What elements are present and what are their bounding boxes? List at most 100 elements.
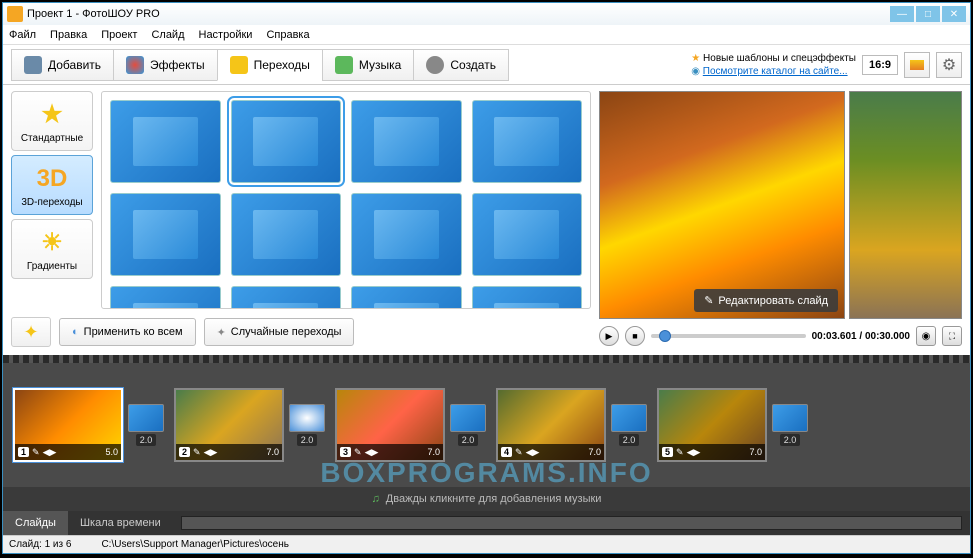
- pencil-icon: ✎: [193, 447, 201, 458]
- arrows-icon: ◀▶: [204, 447, 218, 458]
- menu-edit[interactable]: Правка: [50, 29, 87, 41]
- menu-help[interactable]: Справка: [266, 29, 309, 41]
- play-button[interactable]: ▶: [599, 326, 619, 346]
- arrows-icon: ◀▶: [43, 447, 57, 458]
- pencil-icon: ✎: [704, 294, 713, 307]
- tab-music[interactable]: Музыка: [322, 49, 414, 81]
- app-icon: [7, 6, 23, 22]
- close-button[interactable]: ✕: [942, 6, 966, 22]
- titlebar: Проект 1 - ФотоШОУ PRO — □ ✕: [3, 3, 970, 25]
- fullscreen-button[interactable]: ⛶: [942, 326, 962, 346]
- category-3d[interactable]: 3D3D-переходы: [11, 155, 93, 215]
- menu-settings[interactable]: Настройки: [199, 29, 253, 41]
- transition-chip[interactable]: 2.0: [448, 404, 488, 446]
- sun-icon: [910, 60, 924, 70]
- gear-icon: ⚙: [942, 55, 956, 75]
- pencil-icon: ✎: [32, 447, 40, 458]
- settings-button[interactable]: ⚙: [936, 52, 962, 78]
- timeline-slide[interactable]: 3✎◀▶7.0: [335, 388, 445, 462]
- horizontal-scrollbar[interactable]: [181, 516, 962, 530]
- stop-icon: ■: [632, 331, 637, 341]
- tab-effects[interactable]: Эффекты: [113, 49, 218, 81]
- tab-slides-view[interactable]: Слайды: [3, 511, 68, 535]
- tab-add[interactable]: Добавить: [11, 49, 114, 81]
- status-slide-count: Слайд: 1 из 6: [9, 539, 71, 550]
- transition-chip[interactable]: 2.0: [287, 404, 327, 446]
- preview-next[interactable]: [849, 91, 962, 319]
- preview-main[interactable]: ✎Редактировать слайд: [599, 91, 845, 319]
- apply-all-button[interactable]: ◐Применить ко всем: [59, 318, 196, 346]
- menu-project[interactable]: Проект: [101, 29, 137, 41]
- arrows-icon: ◀▶: [365, 447, 379, 458]
- transition-thumb[interactable]: [231, 193, 342, 276]
- tab-timescale-view[interactable]: Шкала времени: [68, 511, 173, 535]
- theme-button[interactable]: [904, 52, 930, 78]
- music-icon: ♫: [372, 493, 380, 505]
- globe-icon: ◉: [691, 66, 700, 77]
- pencil-icon: ✎: [515, 447, 523, 458]
- progress-thumb[interactable]: [659, 330, 671, 342]
- transition-chip[interactable]: 2.0: [770, 404, 810, 446]
- promo-box: ★ Новые шаблоны и спецэффекты ◉ Посмотри…: [691, 52, 856, 78]
- window-title: Проект 1 - ФотоШОУ PRO: [27, 8, 160, 20]
- minimize-button[interactable]: —: [890, 6, 914, 22]
- transition-thumb[interactable]: [351, 193, 462, 276]
- sun-icon: ☀: [36, 227, 68, 259]
- edit-slide-button[interactable]: ✎Редактировать слайд: [694, 289, 838, 312]
- favorite-button[interactable]: ✦: [11, 317, 51, 347]
- transition-thumb[interactable]: [110, 286, 221, 309]
- transitions-grid: [101, 91, 591, 309]
- random-button[interactable]: ✦Случайные переходы: [204, 318, 355, 346]
- filmstrip-border: [3, 355, 970, 363]
- menu-slide[interactable]: Слайд: [151, 29, 184, 41]
- play-icon: ▶: [606, 331, 613, 342]
- star-icon: ★: [691, 53, 700, 64]
- transition-thumb[interactable]: [231, 286, 342, 309]
- aspect-ratio-button[interactable]: 16:9: [862, 55, 898, 75]
- tab-transitions[interactable]: Переходы: [217, 49, 323, 81]
- wand-icon: ◐: [72, 326, 79, 338]
- music-track[interactable]: ♫Дважды кликните для добавления музыки: [3, 487, 970, 511]
- maximize-button[interactable]: □: [916, 6, 940, 22]
- transition-thumb[interactable]: [351, 286, 462, 309]
- stop-button[interactable]: ■: [625, 326, 645, 346]
- star-icon: [230, 56, 248, 74]
- transition-thumb[interactable]: [472, 100, 583, 183]
- timeline-slide[interactable]: 2✎◀▶7.0: [174, 388, 284, 462]
- category-column: ★Стандартные 3D3D-переходы ☀Градиенты: [11, 91, 93, 309]
- transition-thumb[interactable]: [351, 100, 462, 183]
- app-window: Проект 1 - ФотоШОУ PRO — □ ✕ Файл Правка…: [2, 2, 971, 554]
- menu-file[interactable]: Файл: [9, 29, 36, 41]
- transition-thumb[interactable]: [472, 193, 583, 276]
- promo-link[interactable]: Посмотрите каталог на сайте...: [703, 66, 848, 77]
- fullscreen-icon: ⛶: [949, 331, 955, 342]
- transition-thumb[interactable]: [110, 100, 221, 183]
- tab-create[interactable]: Создать: [413, 49, 509, 81]
- pencil-icon: ✎: [676, 447, 684, 458]
- timeline-slide[interactable]: 5✎◀▶7.0: [657, 388, 767, 462]
- transition-thumb[interactable]: [110, 193, 221, 276]
- statusbar: Слайд: 1 из 6 C:\Users\Support Manager\P…: [3, 535, 970, 553]
- timeline-tabs: Слайды Шкала времени: [3, 511, 970, 535]
- camera-icon: [24, 56, 42, 74]
- transition-chip[interactable]: 2.0: [126, 404, 166, 446]
- timeline-slide[interactable]: 1✎◀▶5.0: [13, 388, 123, 462]
- disc-icon: [426, 56, 444, 74]
- pencil-icon: ✎: [354, 447, 362, 458]
- slides-track[interactable]: 1✎◀▶5.0 2.0 2✎◀▶7.0 2.0 3✎◀▶7.0 2.0 4✎◀▶…: [3, 363, 970, 487]
- snapshot-button[interactable]: ◉: [916, 326, 936, 346]
- wand-icon: ✦: [217, 326, 226, 339]
- timeline-slide[interactable]: 4✎◀▶7.0: [496, 388, 606, 462]
- category-standard[interactable]: ★Стандартные: [11, 91, 93, 151]
- transition-chip[interactable]: 2.0: [609, 404, 649, 446]
- preview-panel: ✎Редактировать слайд ▶ ■ 00:03.601 / 00:…: [599, 85, 970, 355]
- transition-thumb[interactable]: [231, 100, 342, 183]
- transition-thumb[interactable]: [472, 286, 583, 309]
- arrows-icon: ◀▶: [526, 447, 540, 458]
- main-area: ★Стандартные 3D3D-переходы ☀Градиенты: [3, 85, 970, 355]
- category-gradients[interactable]: ☀Градиенты: [11, 219, 93, 279]
- progress-bar[interactable]: [651, 334, 806, 338]
- star-icon: ★: [36, 99, 68, 131]
- timeline: 1✎◀▶5.0 2.0 2✎◀▶7.0 2.0 3✎◀▶7.0 2.0 4✎◀▶…: [3, 355, 970, 535]
- main-tabs: Добавить Эффекты Переходы Музыка Создать…: [3, 45, 970, 85]
